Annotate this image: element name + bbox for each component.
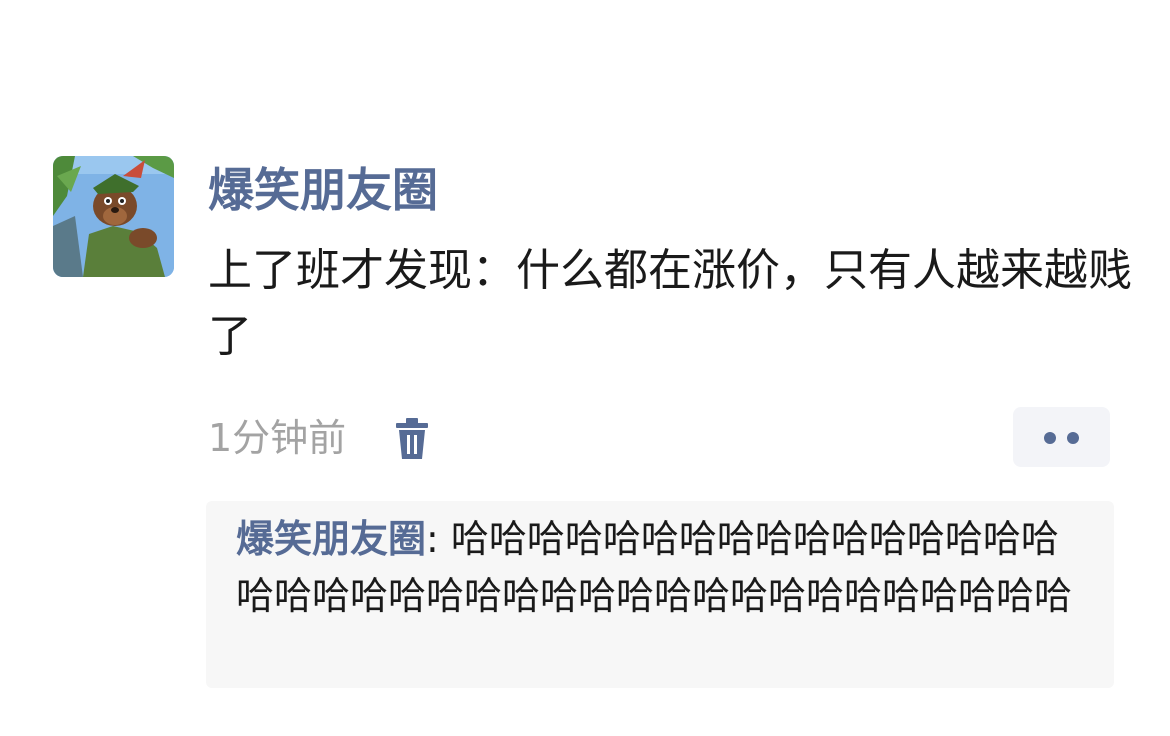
more-dots-icon: [1044, 432, 1056, 444]
comment-separator: :: [426, 517, 451, 561]
delete-button[interactable]: [392, 417, 432, 461]
more-options-button[interactable]: [1013, 407, 1110, 467]
comment-author[interactable]: 爆笑朋友圈: [236, 517, 426, 561]
comment-section: 爆笑朋友圈: 哈哈哈哈哈哈哈哈哈哈哈哈哈哈哈哈哈哈哈哈哈哈哈哈哈哈哈哈哈哈哈哈哈…: [206, 501, 1114, 688]
comment-item: 爆笑朋友圈: 哈哈哈哈哈哈哈哈哈哈哈哈哈哈哈哈哈哈哈哈哈哈哈哈哈哈哈哈哈哈哈哈哈…: [236, 511, 1084, 625]
more-dots-icon: [1067, 432, 1079, 444]
post-timestamp: 1分钟前: [208, 416, 347, 460]
trash-icon: [396, 418, 428, 459]
post-author-name[interactable]: 爆笑朋友圈: [208, 160, 438, 220]
avatar[interactable]: [53, 156, 174, 277]
post-text: 上了班才发现：什么都在涨价，只有人越来越贱了: [208, 245, 1132, 362]
avatar-cartoon-image: [53, 156, 174, 277]
